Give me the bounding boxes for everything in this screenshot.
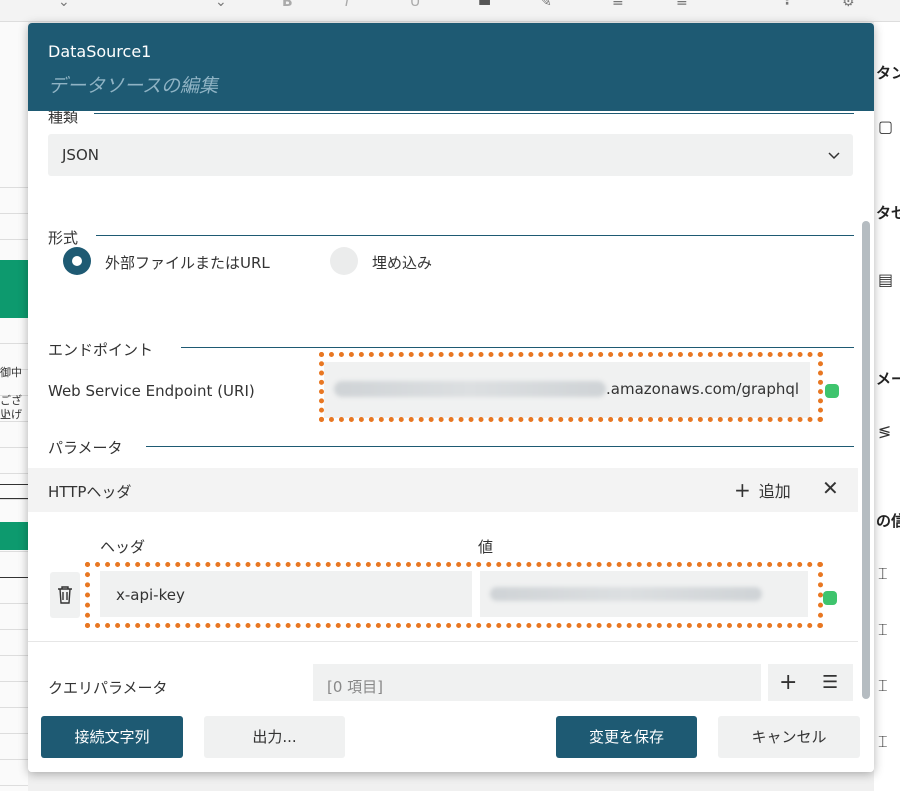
- dialog-footer: 接続文字列 出力... 変更を保存 キャンセル: [28, 701, 874, 772]
- align-icon: ≡: [612, 0, 624, 10]
- background-right-panel: タン ▢ タセ ▤ メー ≶ の信 ⌶ ⌶ ⌶ ⌶: [874, 22, 900, 791]
- dialog-header: DataSource1 データソースの編集: [28, 23, 874, 111]
- dialog-title: DataSource1: [48, 42, 152, 61]
- panel-icon: ▤: [878, 270, 894, 289]
- delete-header-button[interactable]: [50, 572, 80, 618]
- http-header-bar: HTTPヘッダ + 追加 ✕: [28, 468, 858, 512]
- endpoint-field-label: Web Service Endpoint (URI): [48, 382, 255, 400]
- type-select[interactable]: JSON: [48, 134, 853, 176]
- background-text: メー: [876, 370, 900, 388]
- radio-label: 外部ファイルまたはURL: [105, 254, 270, 272]
- datasource-dialog: DataSource1 データソースの編集 種類 JSON 形式 外部ファイルま…: [28, 23, 874, 772]
- radio-unselected-icon: [330, 247, 358, 275]
- underline-icon: U: [410, 0, 421, 10]
- background-text: 御中: [0, 366, 22, 379]
- section-divider: [96, 235, 854, 236]
- section-label-endpoint: エンドポイント: [48, 341, 154, 359]
- background-green-band: [0, 260, 28, 318]
- chevron-down-icon: [828, 152, 840, 160]
- output-button[interactable]: 出力...: [204, 716, 345, 758]
- add-label: 追加: [758, 482, 791, 501]
- add-header-button[interactable]: + 追加: [734, 478, 791, 502]
- dialog-content: 種類 JSON 形式 外部ファイルまたはURL 埋め込み エンドポイント Web…: [28, 111, 874, 701]
- status-indicator: [823, 591, 837, 605]
- query-params-label: クエリパラメータ: [48, 679, 168, 697]
- highlight-box: [85, 562, 823, 628]
- panel-icon: ⌶: [878, 620, 888, 639]
- cancel-button[interactable]: キャンセル: [718, 716, 860, 758]
- background-line: [0, 484, 28, 485]
- italic-icon: I: [345, 0, 350, 10]
- section-divider: [94, 113, 854, 114]
- chevron-down-icon: ⌄: [58, 0, 70, 10]
- column-header-value: 値: [478, 538, 494, 556]
- bold-icon: B: [282, 0, 293, 10]
- http-header-label: HTTPヘッダ: [48, 483, 132, 501]
- divider: [28, 641, 858, 642]
- connection-string-button[interactable]: 接続文字列: [41, 716, 183, 758]
- close-icon[interactable]: ✕: [822, 476, 839, 500]
- chevron-down-icon: ⌄: [215, 0, 227, 10]
- background-text: タセ: [876, 204, 900, 222]
- section-label-type: 種類: [48, 111, 79, 126]
- dialog-subtitle: データソースの編集: [48, 75, 219, 97]
- radio-label: 埋め込み: [372, 254, 433, 272]
- panel-icon: ▢: [878, 117, 894, 136]
- trash-icon: [58, 586, 72, 604]
- paint-icon: ✎: [540, 0, 552, 10]
- section-label-format: 形式: [48, 229, 79, 247]
- panel-icon: ⌶: [878, 676, 888, 695]
- align-icon: ≡: [676, 0, 688, 10]
- radio-selected-icon: [63, 247, 91, 275]
- background-text: タン: [876, 64, 900, 82]
- background-text: 上げ: [0, 408, 22, 421]
- background-green-band: [0, 522, 28, 550]
- save-changes-button[interactable]: 変更を保存: [556, 716, 697, 758]
- query-params-value: [0 項目]: [327, 678, 384, 696]
- type-select-value: JSON: [62, 146, 99, 164]
- highlight-box: [319, 352, 823, 422]
- section-divider: [181, 347, 854, 348]
- background-toolbar: ⌄ ⌄ B I U ▬ ✎ ≡ ≡ ⋮ ⚙: [0, 0, 900, 22]
- column-header-key: ヘッダ: [100, 538, 146, 556]
- panel-icon: ⌶: [878, 564, 888, 583]
- menu-icon[interactable]: ☰: [822, 672, 838, 693]
- plus-icon[interactable]: +: [779, 670, 797, 695]
- fill-color-icon: ▬: [478, 0, 492, 10]
- background-left-panel: 御中 ござい 上げ: [0, 22, 28, 791]
- more-icon: ⋮: [780, 0, 794, 8]
- status-indicator: [825, 384, 839, 398]
- query-params-input[interactable]: [0 項目]: [313, 664, 761, 701]
- background-line: [0, 498, 28, 499]
- panel-icon: ≶: [878, 422, 892, 441]
- query-params-actions: + ☰: [768, 664, 853, 701]
- background-text: の信: [876, 512, 900, 530]
- settings-icon: ⚙: [842, 0, 855, 10]
- section-divider: [146, 446, 854, 447]
- background-line: [0, 577, 28, 578]
- scrollbar[interactable]: [862, 221, 870, 699]
- section-label-params: パラメータ: [48, 439, 123, 457]
- plus-icon: +: [734, 478, 751, 502]
- panel-icon: ⌶: [878, 732, 888, 751]
